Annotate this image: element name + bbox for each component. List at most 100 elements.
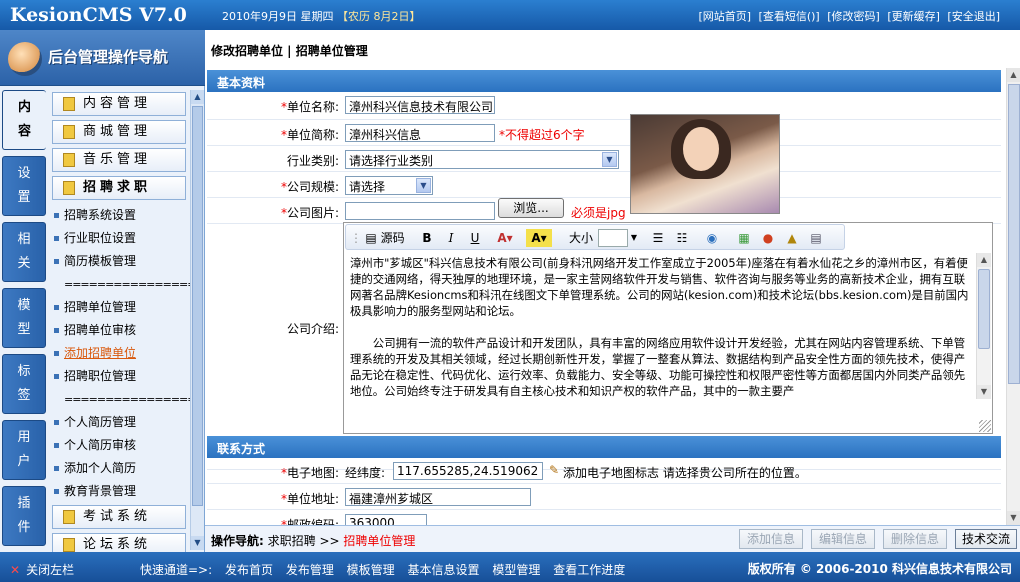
source-button[interactable]: ▤ 源码 <box>362 229 408 247</box>
flash-icon[interactable]: ● <box>760 229 776 247</box>
scroll-down-icon[interactable]: ▼ <box>1007 511 1020 525</box>
sidebar-item-company-manage[interactable]: 招聘单位管理 <box>50 296 190 319</box>
sidebar-item-resume-templates[interactable]: 简历模板管理 <box>50 250 190 273</box>
scroll-up-icon[interactable]: ▲ <box>1007 68 1020 82</box>
menu-shop-manage[interactable]: 商城管理 <box>52 120 186 144</box>
ordered-list-icon[interactable]: ☰ <box>650 229 666 247</box>
chevron-down-icon[interactable]: ▼ <box>629 229 639 247</box>
toolbar-grip: ⋮ <box>350 231 362 245</box>
scroll-down-icon[interactable]: ▼ <box>191 536 204 550</box>
scroll-down-icon[interactable]: ▼ <box>977 385 991 399</box>
add-map-marker-link[interactable]: 添加电子地图标志 请选择贵公司所在的位置。 <box>563 464 807 481</box>
scroll-thumb[interactable] <box>978 269 990 349</box>
sidebar-item-add-company[interactable]: 添加招聘单位 <box>50 342 190 365</box>
tab-users-l1: 用 <box>17 430 31 445</box>
menu-music-manage[interactable]: 音乐管理 <box>52 148 186 172</box>
source-label: 源码 <box>380 231 405 245</box>
editor-scrollbar[interactable]: ▲ ▼ <box>976 253 991 399</box>
media-icon[interactable]: ▲ <box>784 229 800 247</box>
address-field[interactable]: 福建漳州芗城区 <box>345 488 531 506</box>
tech-exchange-button[interactable]: 技术交流 <box>955 529 1017 549</box>
italic-button[interactable]: I <box>442 229 460 247</box>
font-size-select[interactable] <box>598 229 628 247</box>
scroll-up-icon[interactable]: ▲ <box>977 253 991 267</box>
menu-label: 招聘求职 <box>83 180 152 195</box>
operation-nav-current: 招聘单位管理 <box>343 534 416 548</box>
quick-links: 快速通道=>: 发布首页 发布管理 模板管理 基本信息设置 模型管理 查看工作进… <box>140 561 634 578</box>
tab-plugins[interactable]: 插件 <box>2 486 46 546</box>
edit-info-button[interactable]: 编辑信息 <box>811 529 875 549</box>
tab-tags[interactable]: 标签 <box>2 354 46 414</box>
sidebar-item-resume-manage[interactable]: 个人简历管理 <box>50 411 190 434</box>
tab-settings-l2: 置 <box>17 190 31 205</box>
link-update-cache[interactable]: [更新缓存] <box>887 10 940 23</box>
tab-model[interactable]: 模型 <box>2 288 46 348</box>
quick-link-model-manage[interactable]: 模型管理 <box>492 563 540 577</box>
sidebar-item-education[interactable]: 教育背景管理 <box>50 480 190 503</box>
industry-value: 请选择行业类别 <box>349 154 434 168</box>
quick-link-work-progress[interactable]: 查看工作进度 <box>553 563 625 577</box>
menu-content-manage[interactable]: 内容管理 <box>52 92 186 116</box>
operation-nav-path[interactable]: 求职招聘 <box>268 534 316 548</box>
quick-link-basic-settings[interactable]: 基本信息设置 <box>408 563 480 577</box>
sidebar-scrollbar[interactable]: ▲ ▼ <box>190 90 204 550</box>
menu-exam-system[interactable]: 考试系统 <box>52 505 186 529</box>
link-messages[interactable]: [查看短信()] <box>759 10 820 23</box>
tab-users[interactable]: 用户 <box>2 420 46 480</box>
scroll-thumb[interactable] <box>192 106 203 506</box>
tab-plugins-l2: 件 <box>17 520 31 535</box>
image-path-field[interactable] <box>345 202 495 220</box>
link-logout[interactable]: [安全退出] <box>947 10 1000 23</box>
tab-content[interactable]: 内容 <box>2 90 46 150</box>
sidebar-item-company-review[interactable]: 招聘单位审核 <box>50 319 190 342</box>
scale-value: 请选择 <box>349 180 386 194</box>
link-icon[interactable]: ◉ <box>704 229 720 247</box>
tab-settings[interactable]: 设置 <box>2 156 46 216</box>
close-icon: ✕ <box>10 563 21 577</box>
tab-related[interactable]: 相关 <box>2 222 46 282</box>
menu-recruitment[interactable]: 招聘求职 <box>52 176 186 200</box>
map-pin-icon[interactable]: ✎ <box>549 463 559 477</box>
main-panel: 修改招聘单位 | 招聘单位管理 基本资料 *单位名称: 漳州科兴信息技术有限公司… <box>205 30 1020 552</box>
resize-grip-icon[interactable] <box>979 420 991 432</box>
delete-info-button[interactable]: 删除信息 <box>883 529 947 549</box>
link-change-password[interactable]: [修改密码] <box>827 10 880 23</box>
intro-paragraph-1: 漳州市"芗城区"科兴信息技术有限公司(前身科汛网络开发工作室成立于2005年)座… <box>350 256 969 318</box>
unit-short-text: 单位简称: <box>286 128 339 142</box>
row-map: *电子地图: 经纬度: 117.655285,24.519062 ✎ 添加电子地… <box>207 458 1001 484</box>
scroll-up-icon[interactable]: ▲ <box>191 90 204 104</box>
unit-name-field[interactable]: 漳州科兴信息技术有限公司 <box>345 96 495 114</box>
address-label: *单位地址: <box>207 490 339 507</box>
table-icon[interactable]: ▤ <box>808 229 824 247</box>
unit-short-field[interactable]: 漳州科兴信息 <box>345 124 495 142</box>
menu-label: 商城管理 <box>83 124 152 139</box>
sidebar-item-job-manage[interactable]: 招聘职位管理 <box>50 365 190 388</box>
close-sidebar-link[interactable]: ✕ 关闭左栏 <box>10 561 74 578</box>
scale-select[interactable]: 请选择 ▼ <box>345 176 433 195</box>
underline-button[interactable]: U <box>466 229 484 247</box>
image-icon[interactable]: ▦ <box>736 229 752 247</box>
sidebar-item-industry-settings[interactable]: 行业职位设置 <box>50 227 190 250</box>
unordered-list-icon[interactable]: ☷ <box>674 229 690 247</box>
browse-button[interactable]: 浏览... <box>498 198 564 218</box>
image-label: *公司图片: <box>207 204 339 221</box>
bold-button[interactable]: B <box>418 229 436 247</box>
font-color-label: A <box>497 231 507 245</box>
industry-select[interactable]: 请选择行业类别 ▼ <box>345 150 619 169</box>
add-info-button[interactable]: 添加信息 <box>739 529 803 549</box>
quick-link-publish-manage[interactable]: 发布管理 <box>286 563 334 577</box>
editor-content[interactable]: 漳州市"芗城区"科兴信息技术有限公司(前身科汛网络开发工作室成立于2005年)座… <box>350 255 974 427</box>
bg-color-button[interactable]: A▾ <box>526 229 552 247</box>
main-scrollbar[interactable]: ▲ ▼ <box>1006 68 1020 525</box>
font-color-button[interactable]: A▾ <box>492 229 518 247</box>
quick-link-template-manage[interactable]: 模板管理 <box>347 563 395 577</box>
folder-icon <box>63 181 75 195</box>
sidebar-item-resume-review[interactable]: 个人简历审核 <box>50 434 190 457</box>
coordinates-field[interactable]: 117.655285,24.519062 <box>393 462 543 480</box>
sidebar-item-recruit-settings[interactable]: 招聘系统设置 <box>50 204 190 227</box>
link-site-home[interactable]: [网站首页] <box>698 10 751 23</box>
lunar-date: 【农历 8月2日】 <box>337 10 421 23</box>
quick-link-publish-home[interactable]: 发布首页 <box>225 563 273 577</box>
sidebar-item-add-resume[interactable]: 添加个人简历 <box>50 457 190 480</box>
scroll-thumb[interactable] <box>1008 84 1020 384</box>
